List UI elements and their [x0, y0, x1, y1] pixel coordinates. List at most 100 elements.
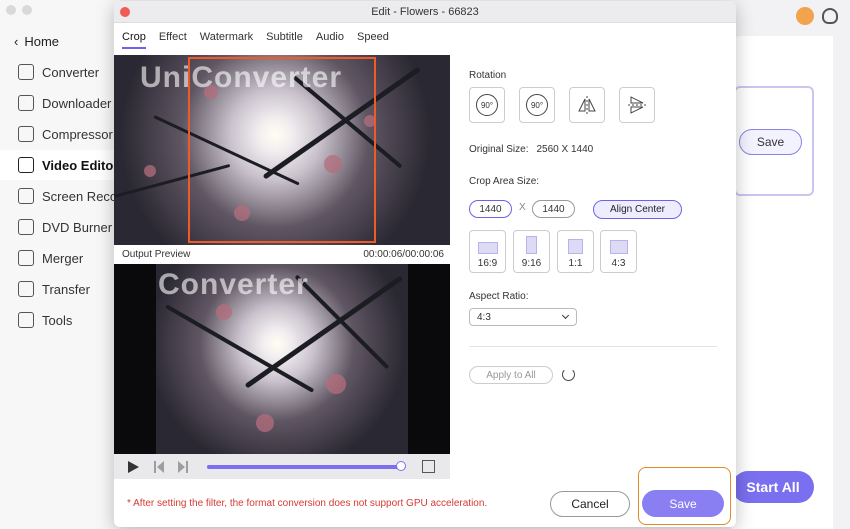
dvd-burner-icon [18, 219, 34, 235]
sidebar-item-merger[interactable]: Merger [0, 243, 120, 273]
gpu-notice: * After setting the filter, the format c… [127, 498, 488, 509]
user-avatar-icon[interactable] [796, 7, 814, 25]
crop-width-input[interactable]: 1440 [469, 200, 512, 218]
output-video-preview: Converter [114, 264, 450, 454]
sidebar-item-label: Transfer [42, 281, 90, 297]
window-dot [6, 5, 16, 15]
tab-subtitle[interactable]: Subtitle [266, 31, 303, 49]
ratio-1-1-icon [568, 239, 583, 254]
original-size-value: 2560 X 1440 [536, 144, 594, 155]
aspect-ratio-value: 4:3 [477, 311, 491, 323]
sidebar-item-tools[interactable]: Tools [0, 305, 120, 335]
background-save-button[interactable]: Save [739, 129, 802, 155]
sidebar: ‹ Home Converter Downloader Compressor Vide… [0, 0, 120, 529]
playback-progress-fill [207, 465, 401, 469]
crop-separator: X [519, 202, 526, 213]
tab-speed[interactable]: Speed [357, 31, 389, 49]
output-video-frame: Converter [156, 264, 408, 454]
tab-audio[interactable]: Audio [316, 31, 344, 49]
ratio-4-3-icon [609, 240, 628, 254]
ratio-9-16-icon [526, 236, 537, 254]
converter-icon [18, 64, 34, 80]
blossom-decoration [144, 165, 156, 177]
rotate-right-button[interactable]: 90° [519, 87, 555, 123]
sidebar-item-compressor[interactable]: Compressor [0, 119, 120, 149]
tab-effect[interactable]: Effect [159, 31, 187, 49]
home-label: Home [24, 34, 60, 49]
apply-to-all-button[interactable]: Apply to All [469, 366, 553, 384]
sidebar-item-label: DVD Burner [42, 219, 113, 235]
original-size-label: Original Size: [469, 144, 529, 155]
screen-recorder-icon [18, 188, 34, 204]
save-button[interactable]: Save [642, 490, 724, 517]
playback-slider[interactable] [207, 461, 406, 471]
compressor-icon [18, 126, 34, 142]
start-all-button[interactable]: Start All [732, 471, 814, 503]
ratio-16-9-button[interactable]: 16:9 [469, 230, 506, 273]
edit-dialog: Edit - Flowers - 66823 Crop Effect Waterma… [114, 1, 736, 527]
sidebar-item-label: Converter [42, 64, 100, 80]
cancel-button[interactable]: Cancel [550, 491, 630, 517]
chevron-left-icon: ‹ [14, 34, 19, 49]
sidebar-item-label: Screen Reco [42, 188, 118, 204]
blossom-decoration [256, 414, 274, 432]
rotate-right-icon: 90° [526, 94, 548, 116]
video-editor-icon [18, 157, 34, 173]
aspect-ratio-select[interactable]: 4:3 [469, 308, 577, 326]
play-icon[interactable] [128, 461, 139, 473]
watermark-text: Converter [158, 268, 309, 301]
flip-horizontal-icon [578, 96, 596, 114]
sidebar-item-label: Tools [42, 312, 73, 328]
aspect-ratio-label: Aspect Ratio: [469, 291, 529, 302]
sidebar-item-transfer[interactable]: Transfer [0, 274, 120, 304]
tab-crop[interactable]: Crop [122, 31, 146, 49]
playback-slider-handle[interactable] [396, 461, 406, 471]
downloader-icon [18, 95, 34, 111]
merger-icon [18, 250, 34, 266]
tab-watermark[interactable]: Watermark [200, 31, 253, 49]
tools-icon [18, 312, 34, 328]
sidebar-item-label: Merger [42, 250, 84, 266]
edit-tabs: Crop Effect Watermark Subtitle Audio Speed [122, 31, 389, 49]
sidebar-item-dvd-burner[interactable]: DVD Burner [0, 212, 120, 242]
next-frame-icon[interactable] [178, 461, 188, 473]
sidebar-item-label: Compressor [42, 126, 113, 142]
sidebar-item-screen-reco[interactable]: Screen Reco [0, 181, 120, 211]
window-dot [22, 5, 32, 15]
ratio-1-1-button[interactable]: 1:1 [557, 230, 594, 273]
sidebar-item-label: Downloader [42, 95, 112, 111]
sidebar-item-video-editor[interactable]: Video Editor [0, 150, 120, 180]
ratio-16-9-icon [477, 242, 498, 254]
sidebar-item-label: Video Editor [42, 157, 119, 173]
home-link[interactable]: ‹ Home [14, 34, 59, 49]
playback-controls [114, 454, 450, 479]
ratio-9-16-button[interactable]: 9:16 [513, 230, 550, 273]
crop-area-label: Crop Area Size: [469, 176, 540, 187]
headset-support-icon[interactable] [822, 8, 838, 24]
flip-vertical-icon [628, 96, 646, 114]
dialog-title: Edit - Flowers - 66823 [371, 6, 479, 18]
output-preview-bar: Output Preview 00:00:06/00:00:06 [114, 246, 450, 264]
crop-video-preview[interactable]: UniConverter [114, 55, 450, 245]
crop-height-input[interactable]: 1440 [532, 200, 575, 218]
ratio-4-3-button[interactable]: 4:3 [600, 230, 637, 273]
rotate-left-button[interactable]: 90° [469, 87, 505, 123]
rotate-left-icon: 90° [476, 94, 498, 116]
reset-refresh-icon[interactable] [562, 368, 575, 381]
sidebar-item-downloader[interactable]: Downloader [0, 88, 120, 118]
blossom-decoration [216, 304, 232, 320]
previous-frame-icon[interactable] [154, 461, 164, 473]
flip-vertical-button[interactable] [619, 87, 655, 123]
original-size: Original Size: 2560 X 1440 [469, 144, 593, 155]
rotation-label: Rotation [469, 70, 507, 81]
transfer-icon [18, 281, 34, 297]
time-readout: 00:00:06/00:00:06 [363, 249, 444, 260]
sidebar-item-converter[interactable]: Converter [0, 57, 120, 87]
blossom-decoration [326, 374, 346, 394]
crop-selection-box[interactable] [188, 57, 376, 243]
flip-horizontal-button[interactable] [569, 87, 605, 123]
fullscreen-icon[interactable] [422, 460, 435, 473]
divider [469, 346, 717, 347]
align-center-button[interactable]: Align Center [593, 200, 682, 219]
output-preview-label: Output Preview [122, 249, 191, 260]
